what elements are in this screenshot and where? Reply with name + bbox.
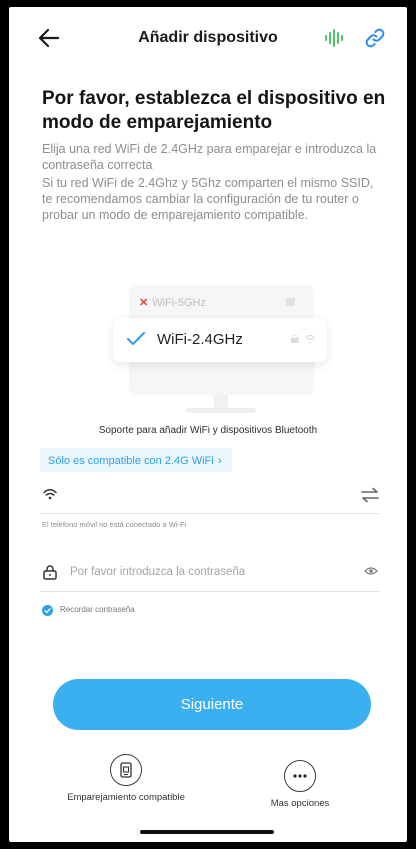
- top-bar: Añadir dispositivo: [9, 7, 407, 67]
- wifi-icon: [304, 334, 316, 344]
- compatible-pairing-icon: [110, 754, 142, 786]
- monitor-stand: [214, 395, 228, 409]
- wifi-24g-text: WiFi-2.4GHz: [157, 331, 243, 348]
- lock-icon: [43, 565, 57, 580]
- screen: Añadir dispositivo Por favor, establezca…: [9, 7, 407, 842]
- password-field[interactable]: [40, 555, 380, 592]
- chevron-right-icon: ›: [217, 453, 222, 467]
- description-text: Elija una red WiFi de 2.4GHz para empare…: [42, 142, 377, 172]
- monitor-base: [186, 408, 256, 413]
- check-icon: [127, 332, 145, 345]
- wifi-network-field[interactable]: [40, 477, 380, 514]
- more-options-label: Mas opciones: [270, 798, 330, 809]
- router-illustration: ✕ WiFi-5GHz WiFi-2.4GHz: [104, 282, 344, 422]
- compatibility-label: Sólo es compatible con 2.4G WiFi: [48, 455, 214, 467]
- wifi-24g-card: WiFi-2.4GHz: [113, 318, 327, 362]
- cross-icon: ✕: [139, 297, 149, 309]
- wifi-5g-text: WiFi-5GHz: [152, 297, 206, 309]
- support-text: Soporte para añadir WiFi y dispositivos …: [98, 425, 318, 436]
- compatible-pairing-option[interactable]: Emparejamiento compatible: [61, 754, 191, 803]
- remember-password-label: Recordar contraseña: [60, 605, 135, 614]
- headline: Por favor, establezca el dispositivo en …: [42, 88, 386, 133]
- wifi-icon: [43, 489, 57, 500]
- more-options-option[interactable]: Mas opciones: [235, 760, 365, 809]
- lock-icon: [291, 335, 299, 343]
- lock-icon: [286, 298, 295, 306]
- link-icon[interactable]: [364, 27, 386, 49]
- swap-icon[interactable]: [360, 487, 380, 503]
- wifi-status-note: El teléfono móvil no está conectado a Wi…: [42, 520, 187, 529]
- sound-wave-icon[interactable]: [322, 28, 348, 48]
- home-indicator: [140, 830, 274, 834]
- checkbox-checked-icon[interactable]: [42, 605, 53, 616]
- more-options-icon: [284, 760, 316, 792]
- compatibility-link[interactable]: Sólo es compatible con 2.4G WiFi ›: [40, 448, 232, 472]
- description-text: Si tu red WiFi de 2.4Ghz y 5Ghz comparte…: [42, 176, 374, 222]
- next-button[interactable]: Siguiente: [53, 679, 371, 730]
- wifi-5g-label: ✕ WiFi-5GHz: [139, 296, 206, 309]
- compatible-pairing-label: Emparejamiento compatible: [67, 792, 185, 803]
- eye-icon[interactable]: [364, 566, 378, 576]
- password-input[interactable]: [70, 561, 350, 583]
